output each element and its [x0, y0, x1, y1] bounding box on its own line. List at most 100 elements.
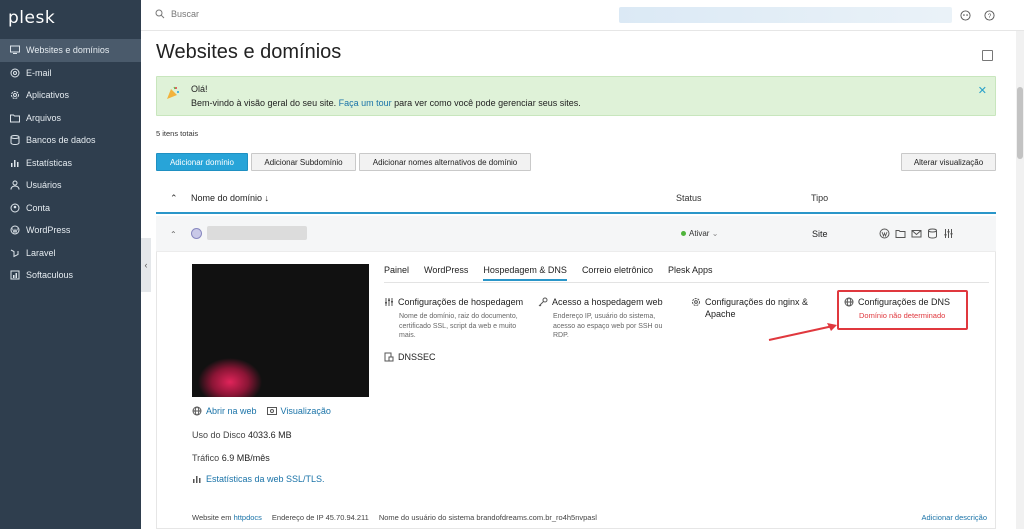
nginx-apache-link[interactable]: Configurações do nginx & Apache	[705, 296, 826, 320]
sidebar-item-label: Bancos de dados	[26, 135, 96, 146]
collapse-all-icon[interactable]: ⌃	[170, 193, 178, 204]
add-domain-button[interactable]: Adicionar domínio	[156, 153, 248, 171]
site-preview-image[interactable]	[192, 264, 369, 397]
nginx-apache-tool[interactable]: Configurações do nginx & Apache	[691, 296, 826, 320]
chevron-down-icon: ⌄	[711, 229, 719, 238]
sidebar-item-label: Aplicativos	[26, 90, 70, 101]
tabs-divider	[384, 282, 989, 283]
sidebar-item-softaculous[interactable]: Softaculous	[0, 264, 141, 287]
welcome-banner: Olá! Bem-vindo à visão geral do seu site…	[156, 76, 996, 116]
user-account-menu[interactable]	[619, 7, 952, 23]
tab-painel[interactable]: Painel	[384, 265, 409, 281]
column-type: Tipo	[811, 193, 829, 203]
domain-detail-panel: Abrir na web Visualização Uso do Disco 4…	[156, 252, 996, 529]
dnssec-tool[interactable]: DNSSEC	[384, 351, 529, 363]
open-in-web-link[interactable]: Abrir na web	[206, 406, 257, 416]
account-icon	[9, 202, 21, 214]
gear-icon	[691, 297, 701, 307]
add-description-link[interactable]: Adicionar descrição	[922, 513, 987, 522]
sidebar-item-label: Usuários	[26, 180, 62, 191]
settings-sliders-icon[interactable]	[943, 228, 954, 239]
add-subdomain-button[interactable]: Adicionar Subdomínio	[251, 153, 356, 171]
ssl-stats-link[interactable]: Estatísticas da web SSL/TLS.	[192, 474, 325, 484]
collapse-panel-icon[interactable]	[982, 50, 993, 61]
hosting-settings-tool[interactable]: Configurações de hospedagem Nome de domí…	[384, 296, 529, 341]
help-icon[interactable]: ?	[983, 9, 995, 21]
globe-icon	[192, 406, 202, 416]
sidebar-collapse-toggle[interactable]: ‹	[141, 238, 151, 292]
chevron-up-icon[interactable]: ⌃	[170, 230, 177, 239]
domain-favicon-icon	[191, 228, 202, 239]
sidebar-item-files[interactable]: Arquivos	[0, 107, 141, 130]
domain-type: Site	[812, 229, 828, 239]
tab-wordpress[interactable]: WordPress	[424, 265, 468, 281]
sidebar-item-label: Estatísticas	[26, 157, 73, 168]
close-icon[interactable]: ✕	[978, 84, 987, 97]
dns-settings-tool[interactable]: Configurações de DNS Domínio não determi…	[844, 296, 969, 320]
tour-link[interactable]: Faça um tour	[339, 98, 392, 108]
database-icon	[9, 134, 21, 146]
party-icon	[167, 86, 179, 99]
gear-icon	[9, 89, 21, 101]
change-view-button[interactable]: Alterar visualização	[901, 153, 996, 171]
sidebar-item-email[interactable]: E-mail	[0, 62, 141, 85]
sidebar-item-users[interactable]: Usuários	[0, 174, 141, 197]
shield-doc-icon	[384, 352, 394, 362]
tab-plesk-apps[interactable]: Plesk Apps	[668, 265, 713, 281]
sidebar-item-wordpress[interactable]: WordPress	[0, 219, 141, 242]
page-title: Websites e domínios	[156, 41, 342, 63]
column-domain-name[interactable]: Nome do domínio ↓	[191, 193, 269, 203]
add-alias-button[interactable]: Adicionar nomes alternativos de domínio	[359, 153, 531, 171]
sidebar-item-websites[interactable]: Websites e domínios	[0, 39, 141, 62]
row-quick-actions	[879, 228, 954, 239]
database-icon[interactable]	[927, 228, 938, 239]
web-hosting-access-link[interactable]: Acesso a hospedagem web	[552, 296, 663, 308]
tab-email[interactable]: Correio eletrônico	[582, 265, 653, 281]
httpdocs-link[interactable]: httpdocs	[234, 513, 262, 522]
sidebar-nav: Websites e domínios E-mail Aplicativos A…	[0, 39, 141, 287]
preview-link[interactable]: Visualização	[281, 406, 331, 416]
key-icon	[538, 297, 548, 307]
plesk-logo[interactable]: plesk	[8, 8, 55, 28]
sidebar-item-label: Conta	[26, 202, 51, 213]
column-status: Status	[676, 193, 702, 203]
table-row[interactable]: ⌃ Ativar ⌄ Site	[156, 216, 996, 252]
preview-links: Abrir na web Visualização	[192, 406, 331, 416]
ip-address: Endereço de IP 45.70.94.211	[271, 513, 369, 522]
sidebar-item-apps[interactable]: Aplicativos	[0, 84, 141, 107]
sidebar-item-label: Softaculous	[26, 270, 74, 281]
dns-settings-link[interactable]: Configurações de DNS	[858, 296, 950, 308]
sidebar-item-label: Arquivos	[26, 112, 62, 123]
hosting-settings-link[interactable]: Configurações de hospedagem	[398, 296, 523, 308]
banner-text: Bem-vindo à visão geral do seu site. Faç…	[191, 98, 581, 108]
tab-hosting-dns[interactable]: Hospedagem & DNS	[483, 265, 567, 281]
mail-icon[interactable]	[911, 228, 922, 239]
system-user: Nome do usuário do sistema brandofdreams…	[378, 513, 597, 522]
status-dot-icon	[681, 231, 686, 236]
scroll-thumb[interactable]	[1017, 87, 1023, 159]
bar-chart-icon	[9, 157, 21, 169]
sidebar-item-databases[interactable]: Bancos de dados	[0, 129, 141, 152]
wordpress-icon	[9, 224, 21, 236]
sidebar-item-laravel[interactable]: Laravel	[0, 242, 141, 265]
domain-name-link[interactable]	[207, 226, 307, 240]
sidebar-item-stats[interactable]: Estatísticas	[0, 152, 141, 175]
web-hosting-access-tool[interactable]: Acesso a hospedagem web Endereço IP, usu…	[538, 296, 678, 341]
traffic: Tráfico 6.9 MB/mês	[192, 453, 270, 463]
search-input[interactable]: Buscar	[155, 9, 199, 19]
folder-icon[interactable]	[895, 228, 906, 239]
sidebar-item-label: E-mail	[26, 67, 52, 78]
dnssec-link[interactable]: DNSSEC	[398, 351, 436, 363]
domain-tabs: Painel WordPress Hospedagem & DNS Correi…	[384, 265, 728, 281]
sidebar: plesk Websites e domínios E-mail Aplicat…	[0, 0, 141, 529]
ai-assistant-icon[interactable]	[959, 9, 971, 21]
domains-table-header: ⌃ Nome do domínio ↓ Status Tipo	[156, 183, 996, 214]
page-scrollbar[interactable]	[1016, 31, 1024, 529]
top-bar: Buscar ?	[141, 0, 1024, 31]
sidebar-item-account[interactable]: Conta	[0, 197, 141, 220]
wordpress-icon[interactable]	[879, 228, 890, 239]
status-badge[interactable]: Ativar ⌄	[681, 229, 718, 238]
mail-icon	[9, 67, 21, 79]
website-root: Website em httpdocs	[192, 513, 262, 522]
svg-text:?: ?	[987, 12, 991, 19]
